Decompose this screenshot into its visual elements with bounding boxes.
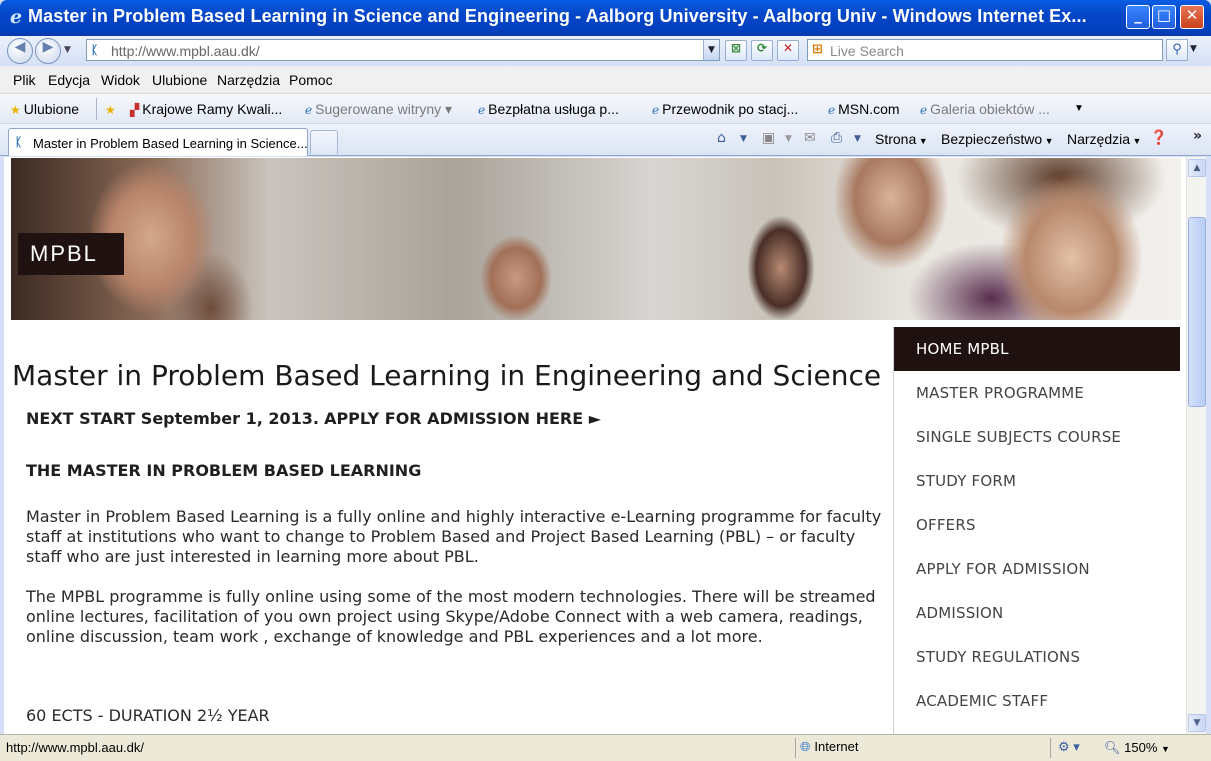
nav-admission[interactable]: ADMISSION <box>894 591 1180 635</box>
nav-study-regulations[interactable]: STUDY REGULATIONS <box>894 635 1180 679</box>
scrollbar-thumb[interactable] <box>1188 217 1206 407</box>
ie-page-icon: ℯ <box>920 103 928 117</box>
next-start-line: NEXT START September 1, 2013. APPLY FOR … <box>26 409 888 429</box>
site-favicon-icon: ᛕ <box>15 135 23 149</box>
link-icon: ▞ <box>130 103 140 117</box>
site-logo[interactable]: MPBL <box>18 233 124 275</box>
address-field[interactable]: ᛕ http://www.mpbl.aau.dk/ ▼ <box>86 39 720 61</box>
search-input[interactable]: ⊞ Live Search <box>807 39 1163 61</box>
forward-button[interactable]: ▶ <box>35 38 61 64</box>
globe-icon: 🌐︎ <box>800 739 811 754</box>
status-separator <box>1050 738 1051 758</box>
tab-row: ᛕ Master in Problem Based Learning in Sc… <box>0 124 1211 156</box>
more-commands-chevron-icon[interactable]: » <box>1193 128 1202 144</box>
favorites-button[interactable]: ★ Ulubione <box>10 101 79 117</box>
favorite-item[interactable]: ℯ Galeria obiektów ... <box>920 101 1050 117</box>
print-dropdown-icon[interactable]: ▼ <box>854 134 861 144</box>
print-icon[interactable]: ⎙ <box>831 130 842 146</box>
favorites-bar: ★ Ulubione ★ ▞ Krajowe Ramy Kwali... ℯ Suge… <box>0 94 1211 124</box>
protected-mode-icon[interactable]: ⚙ ▾ <box>1058 739 1080 755</box>
search-placeholder: Live Search <box>830 43 904 59</box>
new-tab-button[interactable] <box>310 130 338 154</box>
ie-page-icon: ℯ <box>305 103 313 117</box>
tab-title: Master in Problem Based Learning in Scie… <box>33 136 308 151</box>
status-url: http://www.mpbl.aau.dk/ <box>6 740 145 755</box>
nav-master-programme[interactable]: MASTER PROGRAMME <box>894 371 1180 415</box>
page-title: Master in Problem Based Learning in Engi… <box>12 359 882 392</box>
favorites-separator <box>96 98 97 120</box>
tab-active[interactable]: ᛕ Master in Problem Based Learning in Sc… <box>8 128 308 156</box>
favorite-item[interactable]: ℯ MSN.com <box>828 101 900 117</box>
vertical-scrollbar[interactable]: ▲ ▼ <box>1186 157 1206 734</box>
menu-edit[interactable]: Edycja <box>48 72 90 88</box>
home-icon[interactable]: ⌂ <box>717 130 726 146</box>
stop-icon[interactable]: ✕ <box>777 40 799 61</box>
internet-explorer-icon: e <box>9 6 23 28</box>
nav-apply-for-admission[interactable]: APPLY FOR ADMISSION <box>894 547 1180 591</box>
title-bar: e Master in Problem Based Learning in Sc… <box>0 0 1211 36</box>
address-dropdown-icon[interactable]: ▼ <box>703 40 719 60</box>
nav-single-subjects-course[interactable]: SINGLE SUBJECTS COURSE <box>894 415 1180 459</box>
site-favicon-icon: ᛕ <box>91 43 99 57</box>
nav-study-form[interactable]: STUDY FORM <box>894 459 1180 503</box>
security-zone[interactable]: 🌐︎ Internet <box>800 739 859 755</box>
favorite-item[interactable]: ℯ Przewodnik po stacj... <box>652 101 798 117</box>
menu-tools[interactable]: Narzędzia <box>217 72 280 88</box>
favorites-more-dropdown-icon[interactable]: ▼ <box>1074 103 1084 114</box>
nav-home-mpbl[interactable]: HOME MPBL <box>894 327 1180 371</box>
zoom-magnifier-icon: 🔍︎ <box>1104 740 1121 755</box>
maximize-button[interactable]: □ <box>1152 5 1176 29</box>
favorite-item[interactable]: ℯ Sugerowane witryny ▾ <box>305 101 452 118</box>
minimize-button[interactable]: _ <box>1126 5 1150 29</box>
page-viewport: MPBL Master in Problem Based Learning in… <box>4 157 1186 734</box>
star-icon: ★ <box>10 103 21 117</box>
zoom-level[interactable]: 🔍︎ 150% ▼ <box>1104 740 1170 756</box>
next-start-text: NEXT START September 1, 2013. <box>26 409 319 428</box>
favorite-item[interactable]: ▞ Krajowe Ramy Kwali... <box>130 101 282 117</box>
search-go-button[interactable]: ⚲ <box>1166 39 1188 61</box>
menu-favorites[interactable]: Ulubione <box>152 72 207 88</box>
status-separator <box>795 738 796 758</box>
feeds-icon[interactable]: ▣ <box>762 130 775 146</box>
section-heading: THE MASTER IN PROBLEM BASED LEARNING <box>26 461 422 480</box>
add-to-favorites-icon[interactable]: ★ <box>105 101 119 117</box>
close-button[interactable]: ✕ <box>1180 5 1204 29</box>
help-icon[interactable]: ❓ <box>1150 130 1167 146</box>
compatibility-view-icon[interactable]: ⊠ <box>725 40 747 61</box>
menu-view[interactable]: Widok <box>101 72 140 88</box>
side-navigation: HOME MPBL MASTER PROGRAMME SINGLE SUBJEC… <box>893 327 1180 734</box>
apply-admission-link[interactable]: APPLY FOR ADMISSION HERE ► <box>324 409 601 428</box>
intro-paragraph: Master in Problem Based Learning is a fu… <box>26 507 882 566</box>
menu-help[interactable]: Pomoc <box>289 72 333 88</box>
refresh-icon[interactable]: ⟳ <box>751 40 773 61</box>
feeds-dropdown-icon[interactable]: ▼ <box>785 134 792 144</box>
nav-academic-staff[interactable]: ACADEMIC STAFF <box>894 679 1180 723</box>
address-toolbar: ◀ ▶ ▼ ᛕ http://www.mpbl.aau.dk/ ▼ ⊠ ⟳ ✕ … <box>0 36 1211 66</box>
history-dropdown-icon[interactable]: ▼ <box>64 45 71 55</box>
home-dropdown-icon[interactable]: ▼ <box>740 134 747 144</box>
ie-page-icon: ℯ <box>478 103 486 117</box>
menu-bar: Plik Edycja Widok Ulubione Narzędzia Pom… <box>0 66 1211 94</box>
ie-page-icon: ℯ <box>828 103 836 117</box>
live-search-logo-icon: ⊞ <box>812 42 823 57</box>
programme-paragraph: The MPBL programme is fully online using… <box>26 587 876 646</box>
ie-page-icon: ℯ <box>652 103 660 117</box>
favorite-item[interactable]: ℯ Bezpłatna usługa p... <box>478 101 619 117</box>
status-bar: http://www.mpbl.aau.dk/ 🌐︎ Internet ⚙ ▾ 🔍… <box>0 734 1211 761</box>
page-menu[interactable]: Strona ▼ <box>875 131 928 147</box>
read-mail-icon[interactable]: ✉ <box>804 130 816 146</box>
nav-offers[interactable]: OFFERS <box>894 503 1180 547</box>
tools-menu[interactable]: Narzędzia ▼ <box>1067 131 1141 147</box>
header-banner-photo: MPBL <box>11 158 1181 320</box>
back-button[interactable]: ◀ <box>7 38 33 64</box>
scroll-up-icon[interactable]: ▲ <box>1188 159 1206 177</box>
safety-menu[interactable]: Bezpieczeństwo ▼ <box>941 131 1054 147</box>
scroll-down-icon[interactable]: ▼ <box>1188 714 1206 732</box>
menu-file[interactable]: Plik <box>13 72 36 88</box>
window-title: Master in Problem Based Learning in Scie… <box>28 6 1087 26</box>
ects-duration-text: 60 ECTS - DURATION 2½ YEAR <box>26 706 270 725</box>
search-options-dropdown-icon[interactable]: ▼ <box>1190 44 1197 54</box>
address-url[interactable]: http://www.mpbl.aau.dk/ <box>111 43 260 59</box>
